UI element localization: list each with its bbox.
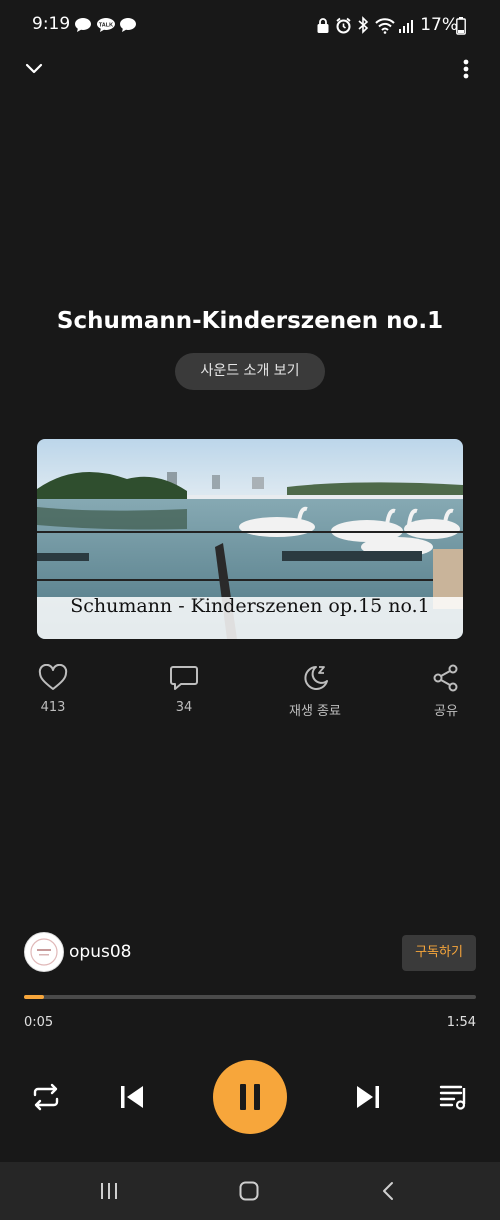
- sleep-timer-label: 재생 종료: [289, 704, 341, 719]
- chevron-down-icon[interactable]: [24, 60, 44, 78]
- share-label: 공유: [434, 704, 458, 719]
- chat-bubble-icon: [75, 18, 91, 32]
- album-artwork: Schumann - Kinderszenen op.15 no.1: [37, 439, 463, 639]
- heart-icon: [38, 664, 68, 690]
- previous-icon[interactable]: [118, 1082, 146, 1112]
- navigation-bar: [0, 1162, 500, 1220]
- duration: 1:54: [446, 1015, 476, 1030]
- repeat-icon[interactable]: [30, 1082, 62, 1112]
- home-icon[interactable]: [238, 1180, 260, 1202]
- sound-intro-button[interactable]: 사운드 소개 보기: [175, 353, 325, 390]
- next-icon[interactable]: [354, 1082, 382, 1112]
- track-title: Schumann-Kinderszenen no.1: [56, 308, 444, 334]
- subscribe-button[interactable]: 구독하기: [402, 935, 476, 971]
- alarm-icon: [336, 17, 351, 34]
- signal-icon: [399, 20, 413, 33]
- share-button[interactable]: 공유: [396, 664, 496, 719]
- comment-button[interactable]: 34: [134, 664, 234, 715]
- avatar-logo: [30, 938, 58, 966]
- pause-button[interactable]: [213, 1060, 287, 1134]
- more-vert-icon[interactable]: [458, 58, 474, 82]
- channel-name[interactable]: opus08: [69, 942, 131, 962]
- chat-bubble-icon: [120, 18, 136, 32]
- current-time: 0:05: [24, 1015, 54, 1030]
- battery-percent: 17%: [420, 15, 458, 35]
- talk-icon: TALK: [97, 18, 115, 32]
- battery-icon: [456, 17, 466, 35]
- recent-apps-icon[interactable]: [98, 1180, 120, 1202]
- back-icon[interactable]: [378, 1180, 400, 1202]
- comment-count: 34: [175, 700, 193, 715]
- progress-fill: [24, 995, 44, 999]
- status-bar: 9:19 TALK 17%: [0, 0, 500, 52]
- sleep-timer-icon: [304, 666, 328, 690]
- channel-avatar[interactable]: [24, 932, 64, 972]
- pause-icon: [240, 1084, 260, 1110]
- artwork-caption: Schumann - Kinderszenen op.15 no.1: [70, 595, 430, 617]
- status-time: 9:19: [32, 14, 71, 34]
- like-button[interactable]: 413: [3, 664, 103, 715]
- progress-bar[interactable]: [24, 995, 476, 999]
- playlist-icon[interactable]: [438, 1082, 470, 1112]
- comment-icon: [170, 666, 198, 690]
- bluetooth-icon: [358, 16, 369, 34]
- wifi-icon: [375, 18, 395, 34]
- sleep-timer-button[interactable]: 재생 종료: [265, 664, 365, 719]
- lock-icon: [317, 18, 329, 33]
- like-count: 413: [40, 700, 66, 715]
- talk-label: TALK: [99, 23, 113, 29]
- share-icon: [433, 664, 458, 692]
